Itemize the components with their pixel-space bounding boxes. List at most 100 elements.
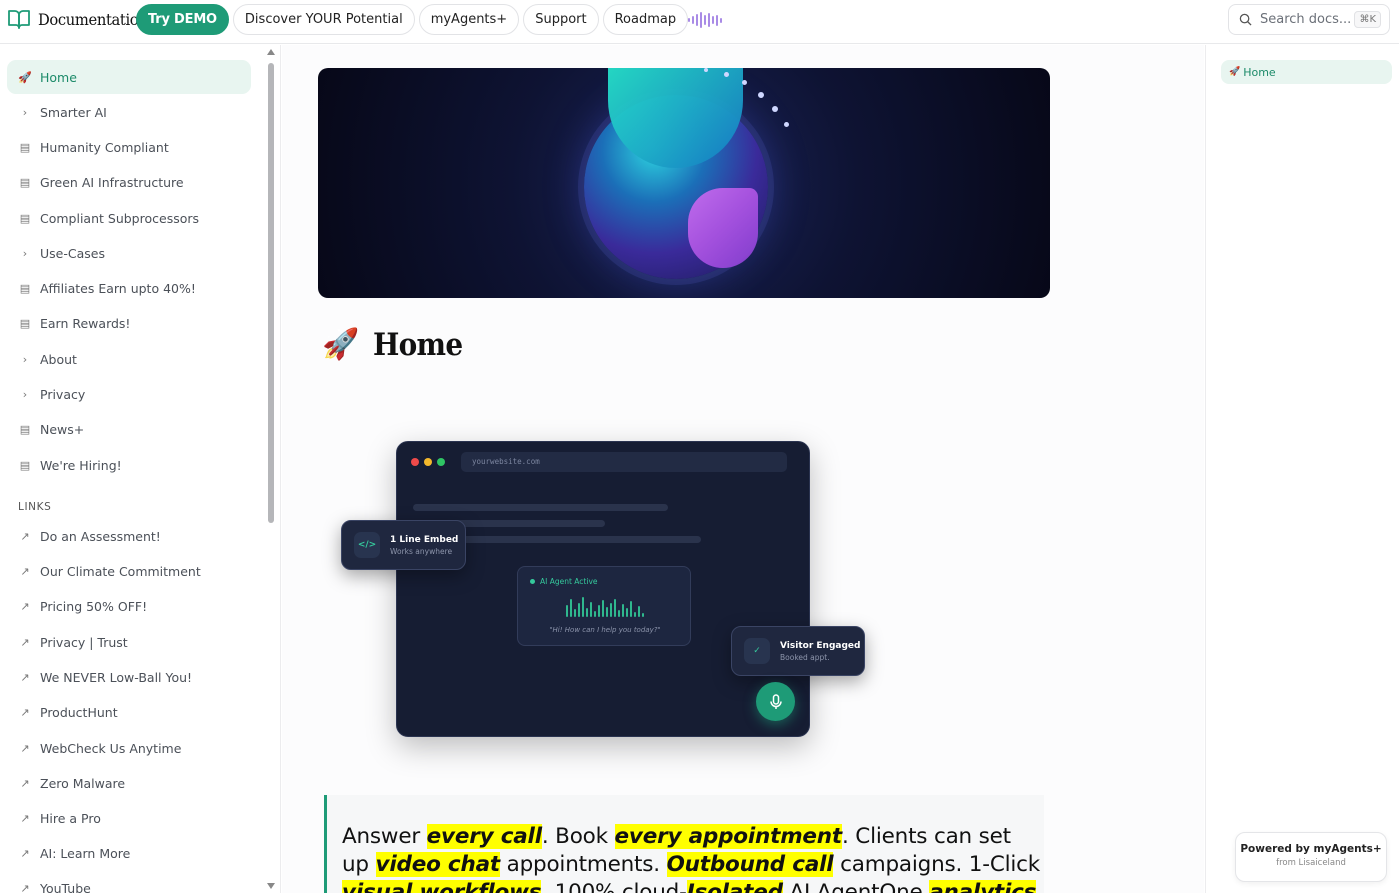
link-label: We NEVER Low-Ball You! — [40, 669, 193, 685]
sidebar-item-use-cases[interactable]: › Use-Cases — [7, 236, 251, 270]
link-webcheck[interactable]: ↗ WebCheck Us Anytime — [7, 731, 251, 765]
sidebar-item-privacy[interactable]: › Privacy — [7, 377, 251, 411]
try-demo-button[interactable]: Try DEMO — [136, 4, 229, 35]
link-ai-learn-more[interactable]: ↗ AI: Learn More — [7, 836, 251, 870]
sidebar-item-label: Affiliates Earn upto 40%! — [40, 280, 196, 296]
document-icon: ▤ — [19, 316, 31, 330]
link-label: AI: Learn More — [40, 845, 131, 861]
chevron-right-icon: › — [22, 387, 28, 401]
book-icon — [8, 10, 30, 29]
agent-greeting: "Hi! How can I help you today?" — [549, 626, 661, 634]
window-dot-green — [437, 458, 445, 466]
rocket-icon: 🚀 — [322, 327, 360, 362]
link-zero-malware[interactable]: ↗ Zero Malware — [7, 766, 251, 800]
sidebar-item-label: Privacy — [40, 386, 86, 402]
sidebar-item-green-ai[interactable]: ▤ Green AI Infrastructure — [7, 165, 251, 199]
external-link-icon: ↗ — [20, 776, 30, 790]
check-circle-icon: ✓ — [744, 638, 770, 664]
link-label: Pricing 50% OFF! — [40, 598, 148, 614]
sidebar-item-affiliates[interactable]: ▤ Affiliates Earn upto 40%! — [7, 271, 251, 305]
powered-by-badge[interactable]: Powered by myAgents+ from Lisaiceland — [1235, 832, 1387, 882]
waveform-icon — [566, 597, 644, 617]
sidebar-item-label: Humanity Compliant — [40, 139, 169, 155]
toc-item-label: Home — [1243, 65, 1276, 79]
sidebar-item-label: We're Hiring! — [40, 457, 122, 473]
feature-blockquote: Answer every call. Book every appointmen… — [324, 795, 1044, 893]
nav-myagents[interactable]: myAgents+ — [418, 4, 520, 35]
scroll-down-arrow[interactable] — [267, 883, 275, 889]
powered-subtitle: from Lisaiceland — [1276, 858, 1346, 868]
nav-discover[interactable]: Discover YOUR Potential — [232, 4, 415, 35]
logo[interactable]: Documentation — [8, 9, 157, 29]
sparkle-dot — [758, 92, 764, 98]
sidebar-item-humanity-compliant[interactable]: ▤ Humanity Compliant — [7, 130, 251, 164]
sidebar-item-hiring[interactable]: ▤ We're Hiring! — [7, 448, 251, 482]
sidebar-item-home[interactable]: 🚀 Home — [7, 60, 251, 94]
embed-title: 1 Line Embed — [390, 534, 459, 545]
brand-name: Documentation — [38, 9, 148, 29]
link-label: Hire a Pro — [40, 810, 101, 826]
sidebar: 🚀 Home › Smarter AI ▤ Humanity Compliant ▤ G… — [0, 45, 281, 893]
document-icon: ▤ — [19, 175, 31, 189]
scroll-thumb[interactable] — [268, 63, 274, 523]
quote-text: . 100% cloud- — [541, 880, 687, 893]
quote-highlight: every appointment — [614, 824, 842, 849]
top-nav: Try DEMO Discover YOUR Potential myAgent… — [136, 4, 689, 35]
microphone-button[interactable] — [756, 682, 795, 721]
sidebar-item-about[interactable]: › About — [7, 342, 251, 376]
top-bar: Documentation Try DEMO Discover YOUR Pot… — [0, 0, 1399, 44]
sidebar-item-subprocessors[interactable]: ▤ Compliant Subprocessors — [7, 201, 251, 235]
link-climate[interactable]: ↗ Our Climate Commitment — [7, 554, 251, 588]
link-pricing[interactable]: ↗ Pricing 50% OFF! — [7, 589, 251, 623]
quote-text: Answer — [342, 824, 427, 849]
visitor-subtitle: Booked appt. — [780, 652, 830, 662]
scroll-up-arrow[interactable] — [267, 49, 275, 55]
sidebar-scrollbar[interactable] — [266, 45, 276, 893]
search-box[interactable]: Search docs... ⌘K — [1228, 4, 1390, 35]
quote-highlight: analytics — [929, 880, 1036, 893]
link-label: Do an Assessment! — [40, 528, 161, 544]
chevron-right-icon: › — [22, 105, 28, 119]
powered-title: Powered by myAgents+ — [1240, 843, 1382, 855]
search-icon — [1239, 13, 1252, 26]
sidebar-item-smarter-ai[interactable]: › Smarter AI — [7, 95, 251, 129]
external-link-icon: ↗ — [20, 705, 30, 719]
main-content: 🚀 Home yourwebsite.com AI Agent Active "… — [282, 45, 1204, 893]
quote-highlight: Isolated — [686, 880, 783, 893]
chevron-right-icon: › — [22, 246, 28, 260]
visitor-title: Visitor Engaged — [780, 640, 861, 651]
sidebar-item-label: Use-Cases — [40, 245, 105, 261]
quote-highlight: every call — [426, 824, 542, 849]
external-link-icon: ↗ — [20, 741, 30, 755]
external-link-icon: ↗ — [20, 529, 30, 543]
link-assessment[interactable]: ↗ Do an Assessment! — [7, 519, 251, 553]
link-hire-pro[interactable]: ↗ Hire a Pro — [7, 801, 251, 835]
sidebar-item-label: Smarter AI — [40, 104, 107, 120]
link-privacy-trust[interactable]: ↗ Privacy | Trust — [7, 625, 251, 659]
sidebar-item-label: Home — [40, 69, 77, 85]
embed-subtitle: Works anywhere — [390, 546, 453, 556]
document-icon: ▤ — [19, 458, 31, 472]
link-label: ProductHunt — [40, 704, 118, 720]
placeholder-line — [413, 504, 668, 511]
microphone-icon — [769, 693, 782, 709]
quote-text: appointments. — [499, 852, 667, 877]
quote-highlight: visual workflows — [342, 880, 542, 893]
link-producthunt[interactable]: ↗ ProductHunt — [7, 695, 251, 729]
sidebar-item-news[interactable]: ▤ News+ — [7, 412, 251, 446]
table-of-contents: 🚀 Home — [1205, 45, 1399, 893]
link-youtube[interactable]: ↗ YouTube — [7, 871, 251, 893]
sparkle-dot — [724, 72, 729, 77]
link-label: WebCheck Us Anytime — [40, 740, 182, 756]
waveform-icon — [688, 12, 722, 28]
links-heading: LINKS — [18, 501, 52, 513]
code-icon: </> — [354, 532, 380, 558]
sidebar-item-earn-rewards[interactable]: ▤ Earn Rewards! — [7, 306, 251, 340]
external-link-icon: ↗ — [20, 811, 30, 825]
link-low-ball[interactable]: ↗ We NEVER Low-Ball You! — [7, 660, 251, 694]
document-icon: ▤ — [19, 281, 31, 295]
link-label: Privacy | Trust — [40, 634, 128, 650]
toc-item-home[interactable]: 🚀 Home — [1221, 60, 1392, 84]
nav-support[interactable]: Support — [523, 4, 599, 35]
nav-roadmap[interactable]: Roadmap — [602, 4, 689, 35]
